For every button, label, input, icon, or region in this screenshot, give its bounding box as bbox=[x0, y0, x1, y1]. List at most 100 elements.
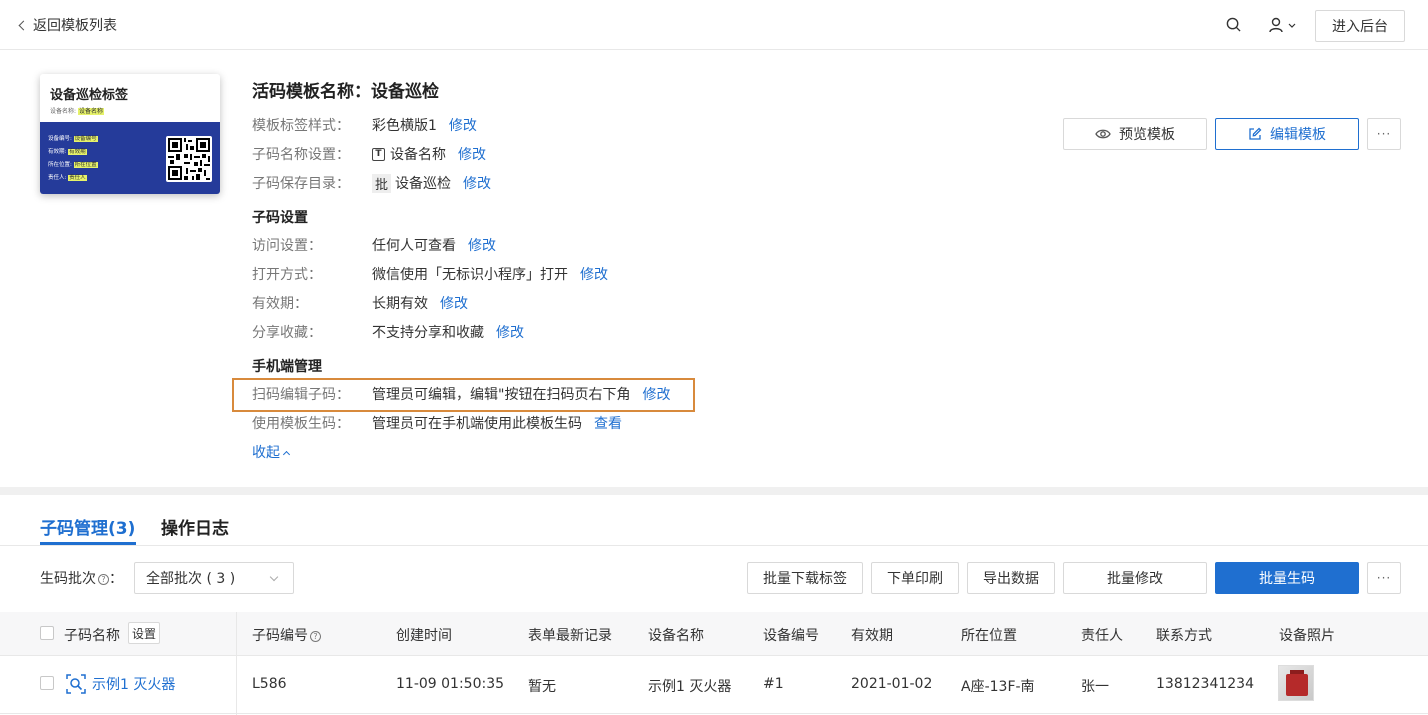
top-bar: 返回模板列表 进入后台 bbox=[0, 0, 1428, 50]
cell-created: 11-09 01:50:35 bbox=[396, 676, 505, 692]
cell-latest-record: 暂无 bbox=[528, 679, 556, 695]
edit-access-link[interactable]: 修改 bbox=[468, 235, 496, 255]
user-icon bbox=[1269, 17, 1283, 33]
row-checkbox[interactable] bbox=[40, 676, 54, 690]
tab-sub-codes[interactable]: 子码管理(3) bbox=[40, 514, 135, 539]
device-photo-thumbnail[interactable] bbox=[1278, 665, 1314, 701]
cell-device-number: #1 bbox=[763, 676, 784, 692]
use-template-row: 使用模板生码： 管理员可在手机端使用此模板生码 查看 bbox=[252, 413, 622, 433]
thumbnail-subtitle: 设备名称: 设备名称 bbox=[50, 106, 104, 115]
chevron-up-icon bbox=[282, 450, 291, 458]
col-device-number: 设备编号 bbox=[763, 628, 819, 644]
help-icon[interactable]: ? bbox=[310, 631, 321, 642]
collapse-label: 收起 bbox=[252, 445, 280, 461]
sub-code-name-link[interactable]: 示例1 灭火器 bbox=[66, 674, 175, 694]
col-location: 所在位置 bbox=[961, 628, 1017, 644]
chevron-left-icon bbox=[18, 20, 29, 31]
batch-select[interactable]: 全部批次 ( 3 ) bbox=[134, 562, 294, 594]
save-dir-value-wrap: 批 设备巡检 bbox=[372, 173, 451, 193]
validity-row: 有效期： 长期有效 修改 bbox=[252, 293, 468, 313]
tabs-divider bbox=[0, 545, 1428, 546]
style-row: 模板标签样式： 彩色横版1 修改 bbox=[252, 115, 477, 135]
thumbnail-row-label: 设备编号: bbox=[48, 136, 72, 142]
batch-label: 生码批次 bbox=[40, 571, 96, 587]
name-setting-value-wrap: T 设备名称 bbox=[372, 144, 446, 164]
batch-modify-button[interactable]: 批量修改 bbox=[1063, 562, 1207, 594]
col-created-time[interactable]: 创建时间 bbox=[396, 625, 452, 645]
batch-folder-icon: 批 bbox=[372, 173, 392, 193]
chevron-down-icon bbox=[269, 572, 279, 582]
save-dir-value: 设备巡检 bbox=[395, 176, 452, 192]
view-use-template-link[interactable]: 查看 bbox=[594, 413, 622, 433]
sub-settings-title: 子码设置 bbox=[252, 210, 308, 226]
name-setting-row: 子码名称设置： T 设备名称 修改 bbox=[252, 144, 486, 164]
edit-template-label: 编辑模板 bbox=[1270, 127, 1326, 143]
more-actions-button[interactable]: ··· bbox=[1367, 118, 1401, 150]
batch-download-labels-button[interactable]: 批量下载标签 bbox=[747, 562, 863, 594]
column-settings-button[interactable]: 设置 bbox=[128, 622, 160, 644]
col-sub-code-number: 子码编号 bbox=[252, 628, 308, 644]
cell-code: L586 bbox=[252, 676, 287, 692]
thumbnail-title: 设备巡检标签 bbox=[50, 88, 129, 103]
help-icon[interactable]: ? bbox=[98, 574, 109, 585]
scan-edit-row: 扫码编辑子码： 管理员可编辑，编辑"按钮在扫码页右下角 修改 bbox=[252, 384, 670, 404]
col-owner: 责任人 bbox=[1081, 628, 1123, 644]
thumbnail-row-value: 有效期 bbox=[68, 149, 87, 155]
validity-value: 长期有效 bbox=[372, 296, 428, 312]
thumbnail-row: 所在位置: 所在位置 bbox=[48, 160, 98, 168]
thumbnail-sub-label: 设备名称: bbox=[50, 108, 77, 115]
user-menu[interactable] bbox=[1268, 15, 1302, 35]
qr-search-icon bbox=[66, 674, 86, 694]
search-icon[interactable] bbox=[1226, 17, 1241, 32]
cell-device-name: 示例1 灭火器 bbox=[648, 679, 732, 695]
template-thumbnail[interactable]: 设备巡检标签 设备名称: 设备名称 设备编号: 设备编号 有效期: 有效期 所在… bbox=[40, 74, 220, 194]
print-order-button[interactable]: 下单印刷 bbox=[871, 562, 959, 594]
edit-template-button[interactable]: 编辑模板 bbox=[1215, 118, 1359, 150]
batch-label-wrap: 生码批次?： bbox=[40, 571, 123, 587]
back-to-template-list[interactable]: 返回模板列表 bbox=[18, 15, 117, 35]
edit-style-link[interactable]: 修改 bbox=[449, 115, 477, 135]
edit-name-setting-link[interactable]: 修改 bbox=[458, 144, 486, 164]
thumbnail-row-value: 所在位置 bbox=[73, 162, 98, 168]
back-label: 返回模板列表 bbox=[33, 18, 117, 34]
col-contact: 联系方式 bbox=[1156, 628, 1212, 644]
collapse-toggle[interactable]: 收起 bbox=[252, 442, 291, 462]
text-field-icon: T bbox=[372, 147, 385, 161]
open-mode-row: 打开方式： 微信使用「无标识小程序」打开 修改 bbox=[252, 264, 608, 284]
use-template-value: 管理员可在手机端使用此模板生码 bbox=[372, 416, 582, 432]
batch-generate-button[interactable]: 批量生码 bbox=[1215, 562, 1359, 594]
eye-icon bbox=[1095, 129, 1111, 139]
photo-extinguisher bbox=[1286, 674, 1308, 696]
toolbar-more-button[interactable]: ··· bbox=[1367, 562, 1401, 594]
select-all-checkbox[interactable] bbox=[40, 626, 54, 640]
sub-code-name: 示例1 灭火器 bbox=[92, 677, 176, 693]
preview-template-button[interactable]: 预览模板 bbox=[1063, 118, 1207, 150]
cell-owner: 张一 bbox=[1081, 679, 1109, 695]
template-title: 活码模板名称：设备巡检 bbox=[252, 82, 439, 102]
edit-validity-link[interactable]: 修改 bbox=[440, 293, 468, 313]
thumbnail-row-label: 有效期: bbox=[48, 149, 67, 155]
edit-scan-edit-link[interactable]: 修改 bbox=[642, 384, 670, 404]
export-data-button[interactable]: 导出数据 bbox=[967, 562, 1055, 594]
column-separator bbox=[236, 612, 237, 715]
tab-operation-log[interactable]: 操作日志 bbox=[161, 514, 229, 539]
thumbnail-row: 设备编号: 设备编号 bbox=[48, 134, 98, 142]
edit-icon bbox=[1249, 127, 1262, 140]
thumbnail-blue-panel: 设备编号: 设备编号 有效期: 有效期 所在位置: 所在位置 责任人: 责任人 bbox=[40, 122, 220, 194]
edit-save-dir-link[interactable]: 修改 bbox=[463, 173, 491, 193]
edit-share-link[interactable]: 修改 bbox=[496, 322, 524, 342]
enter-backend-button[interactable]: 进入后台 bbox=[1315, 10, 1405, 42]
share-row: 分享收藏： 不支持分享和收藏 修改 bbox=[252, 322, 524, 342]
thumbnail-row-label: 所在位置: bbox=[48, 162, 72, 168]
preview-template-label: 预览模板 bbox=[1119, 127, 1175, 143]
access-label: 访问设置： bbox=[252, 238, 322, 254]
edit-open-mode-link[interactable]: 修改 bbox=[580, 264, 608, 284]
mobile-management-title: 手机端管理 bbox=[252, 359, 322, 375]
chevron-down-icon bbox=[1288, 23, 1296, 28]
col-latest-record: 表单最新记录 bbox=[528, 628, 612, 644]
name-setting-value: 设备名称 bbox=[390, 147, 446, 163]
name-setting-label: 子码名称设置： bbox=[252, 147, 350, 163]
thumbnail-row: 责任人: 责任人 bbox=[48, 173, 87, 181]
save-dir-row: 子码保存目录： 批 设备巡检 修改 bbox=[252, 173, 491, 193]
style-value: 彩色横版1 bbox=[372, 118, 437, 134]
